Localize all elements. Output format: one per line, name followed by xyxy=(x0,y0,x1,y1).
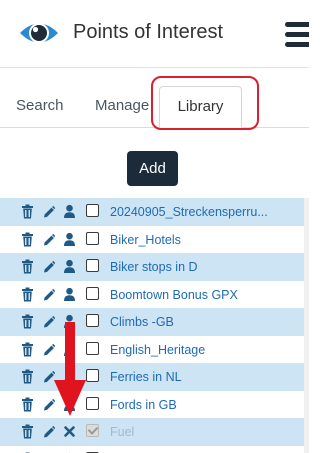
poi-app: Points of Interest Search Manage Library… xyxy=(0,0,309,453)
item-name[interactable]: Biker_Hotels xyxy=(110,233,181,247)
item-checkbox[interactable] xyxy=(86,231,99,245)
item-checkbox[interactable] xyxy=(86,286,99,300)
user-icon[interactable] xyxy=(63,342,76,357)
page-title: Points of Interest xyxy=(73,21,224,43)
pencil-icon[interactable] xyxy=(42,287,55,302)
list-item: 20240905_Streckensperru... xyxy=(0,198,304,226)
header: Points of Interest xyxy=(0,0,309,68)
list-item: Biker_Hotels xyxy=(0,225,304,253)
list-item: Fords in GB xyxy=(0,390,304,418)
trash-icon[interactable] xyxy=(21,424,34,439)
user-icon[interactable] xyxy=(63,314,76,329)
item-name[interactable]: Biker stops in D xyxy=(110,260,198,274)
add-button[interactable]: Add xyxy=(127,151,178,186)
item-checkbox[interactable] xyxy=(86,396,99,410)
tab-bar: Search Manage Library xyxy=(0,68,309,128)
item-name[interactable]: Fords in GB xyxy=(110,398,177,412)
list-item: Ferries in NL xyxy=(0,363,304,391)
item-checkbox[interactable] xyxy=(86,259,99,272)
trash-icon[interactable] xyxy=(21,287,34,302)
hamburger-menu-icon[interactable] xyxy=(285,22,309,48)
item-name[interactable]: Fuel xyxy=(110,425,134,439)
eye-icon xyxy=(20,23,58,43)
trash-icon[interactable] xyxy=(21,369,34,384)
user-icon[interactable] xyxy=(63,369,76,384)
item-name[interactable]: Climbs -GB xyxy=(110,315,174,329)
tab-search[interactable]: Search xyxy=(16,97,64,114)
list-item: Hillside Fa... xyxy=(0,445,304,453)
user-icon[interactable] xyxy=(63,397,76,412)
trash-icon[interactable] xyxy=(21,342,34,357)
trash-icon[interactable] xyxy=(21,259,34,274)
user-icon[interactable] xyxy=(63,287,76,302)
pencil-icon[interactable] xyxy=(42,204,55,219)
trash-icon[interactable] xyxy=(21,314,34,329)
list-item: Climbs -GB xyxy=(0,308,304,336)
user-icon[interactable] xyxy=(63,232,76,247)
item-name[interactable]: 20240905_Streckensperru... xyxy=(110,205,268,219)
library-list: 20240905_Streckensperru... Biker_Hotels Bi… xyxy=(0,198,304,453)
list-item: Fuel xyxy=(0,418,304,446)
item-checkbox[interactable] xyxy=(86,314,99,327)
pencil-icon[interactable] xyxy=(42,369,55,384)
pencil-icon[interactable] xyxy=(42,342,55,357)
list-item: English_Heritage xyxy=(0,335,304,363)
trash-icon[interactable] xyxy=(21,232,34,247)
item-checkbox[interactable] xyxy=(86,369,99,382)
trash-icon[interactable] xyxy=(21,204,34,219)
tab-library[interactable]: Library xyxy=(159,86,242,128)
item-name[interactable]: Ferries in NL xyxy=(110,370,182,384)
pencil-icon[interactable] xyxy=(42,232,55,247)
pencil-icon[interactable] xyxy=(42,259,55,274)
pencil-icon[interactable] xyxy=(42,314,55,329)
list-item: Biker stops in D xyxy=(0,253,304,281)
item-checkbox[interactable] xyxy=(86,341,99,355)
scrollbar[interactable] xyxy=(304,198,309,453)
item-name[interactable]: English_Heritage xyxy=(110,343,205,357)
item-checkbox[interactable] xyxy=(86,424,99,437)
list-item: Boomtown Bonus GPX xyxy=(0,280,304,308)
user-icon[interactable] xyxy=(63,259,76,274)
item-name[interactable]: Boomtown Bonus GPX xyxy=(110,288,238,302)
tab-manage[interactable]: Manage xyxy=(95,97,149,114)
pencil-icon[interactable] xyxy=(42,397,55,412)
close-icon[interactable] xyxy=(63,424,76,439)
pencil-icon[interactable] xyxy=(42,424,55,439)
trash-icon[interactable] xyxy=(21,397,34,412)
item-checkbox[interactable] xyxy=(86,204,99,217)
user-icon[interactable] xyxy=(63,204,76,219)
